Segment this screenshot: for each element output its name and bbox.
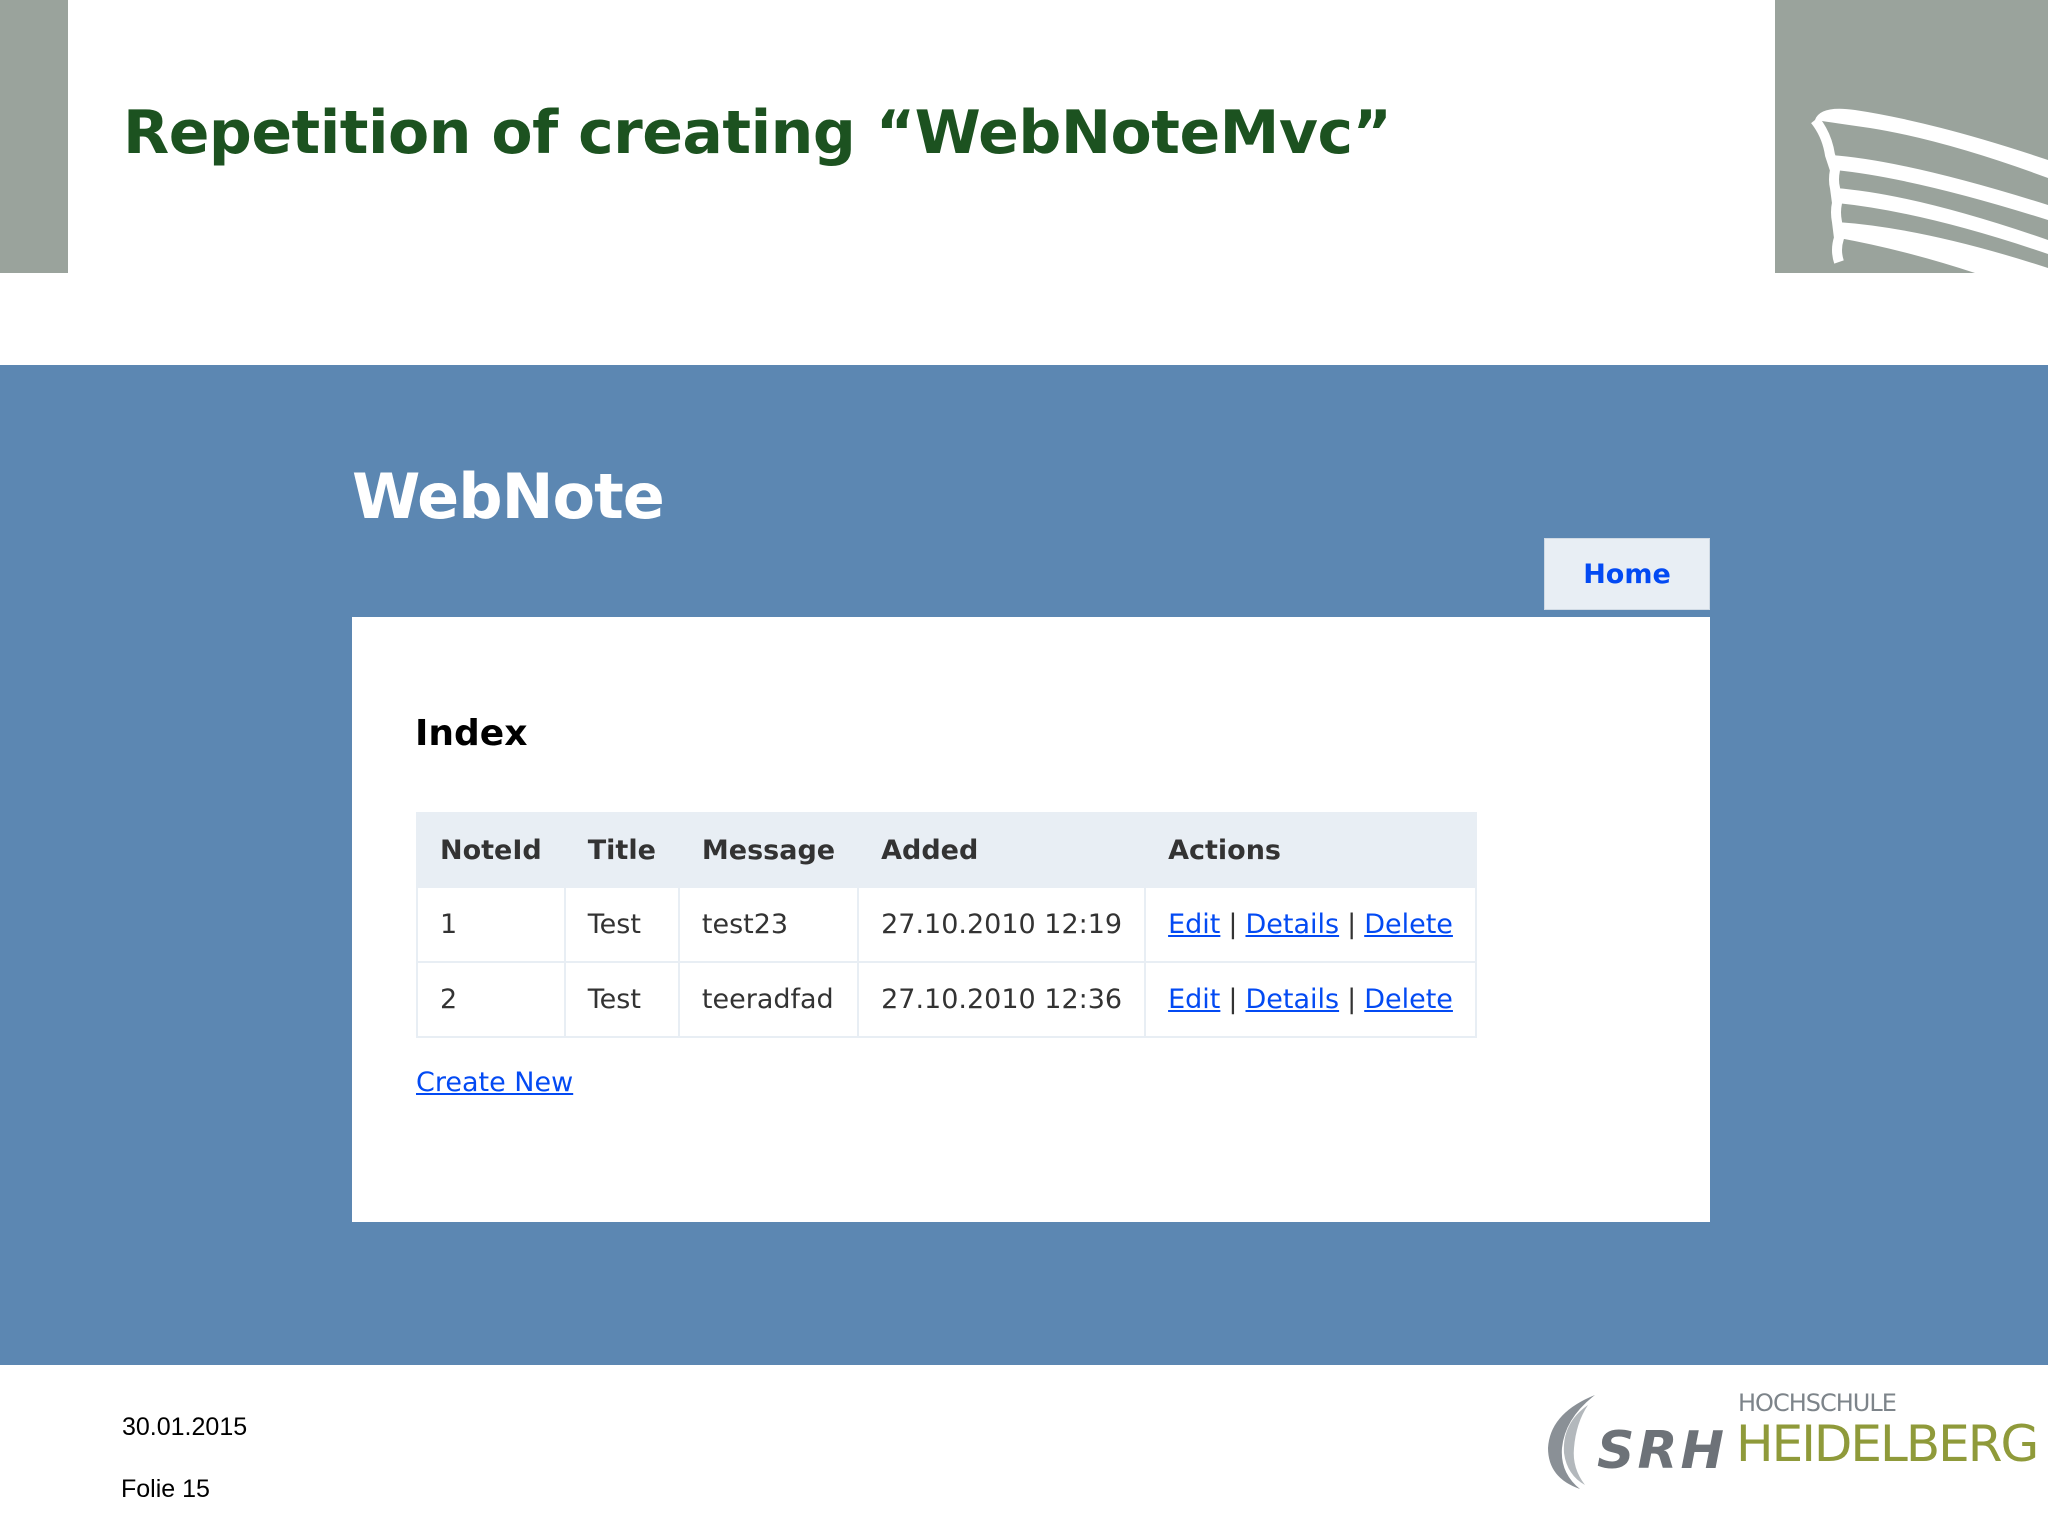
wave-icon bbox=[1811, 108, 2048, 273]
action-separator: | bbox=[1347, 984, 1357, 1015]
slide-date: 30.01.2015 bbox=[122, 1413, 248, 1441]
logo-line1: HOCHSCHULE bbox=[1738, 1389, 1897, 1417]
column-header-title: Title bbox=[563, 812, 680, 888]
cell-added: 27.10.2010 12:19 bbox=[857, 886, 1147, 963]
table-row: 1 Test test23 27.10.2010 12:19 Edit | Deta… bbox=[416, 886, 1477, 963]
main-content: Index NoteId Title Message Added Actions… bbox=[352, 617, 1710, 1222]
action-separator: | bbox=[1347, 909, 1357, 940]
cell-actions: Edit | Details | Delete bbox=[1144, 886, 1477, 963]
details-link[interactable]: Details bbox=[1245, 909, 1339, 940]
header-wave-graphic bbox=[1775, 0, 2048, 273]
column-header-added: Added bbox=[857, 812, 1147, 888]
site-title: WebNote bbox=[352, 460, 665, 533]
cell-message: test23 bbox=[677, 886, 860, 963]
slide-title: Repetition of creating “WebNoteMvc” bbox=[123, 98, 1392, 168]
cell-noteid: 2 bbox=[416, 961, 566, 1038]
action-separator: | bbox=[1228, 909, 1238, 940]
delete-link[interactable]: Delete bbox=[1364, 909, 1453, 940]
logo-brand: SRH bbox=[1597, 1421, 1728, 1481]
cell-message: teeradfad bbox=[677, 961, 860, 1038]
app-screenshot: WebNote Home Index NoteId Title Message … bbox=[0, 365, 2048, 1365]
page-heading: Index bbox=[415, 713, 528, 754]
nav-home-tab[interactable]: Home bbox=[1544, 538, 1710, 610]
action-separator: | bbox=[1228, 984, 1238, 1015]
table-row: 2 Test teeradfad 27.10.2010 12:36 Edit | D… bbox=[416, 961, 1477, 1038]
create-new-link[interactable]: Create New bbox=[416, 1067, 573, 1098]
cell-actions: Edit | Details | Delete bbox=[1144, 961, 1477, 1038]
column-header-actions: Actions bbox=[1144, 812, 1477, 888]
edit-link[interactable]: Edit bbox=[1168, 909, 1220, 940]
slide-number: Folie 15 bbox=[121, 1475, 210, 1503]
cell-title: Test bbox=[563, 886, 680, 963]
edit-link[interactable]: Edit bbox=[1168, 984, 1220, 1015]
logo-line2: HEIDELBERG bbox=[1736, 1415, 2039, 1473]
details-link[interactable]: Details bbox=[1245, 984, 1339, 1015]
cell-added: 27.10.2010 12:36 bbox=[857, 961, 1147, 1038]
column-header-message: Message bbox=[677, 812, 860, 888]
cell-title: Test bbox=[563, 961, 680, 1038]
delete-link[interactable]: Delete bbox=[1364, 984, 1453, 1015]
header-left-bar bbox=[0, 0, 68, 273]
column-header-noteid: NoteId bbox=[416, 812, 566, 888]
srh-logo: SRH HOCHSCHULE HEIDELBERG bbox=[1540, 1385, 2039, 1495]
notes-table: NoteId Title Message Added Actions 1 Tes… bbox=[416, 812, 1477, 1038]
cell-noteid: 1 bbox=[416, 886, 566, 963]
swoosh-icon bbox=[1548, 1395, 1595, 1489]
table-header-row: NoteId Title Message Added Actions bbox=[416, 812, 1477, 888]
